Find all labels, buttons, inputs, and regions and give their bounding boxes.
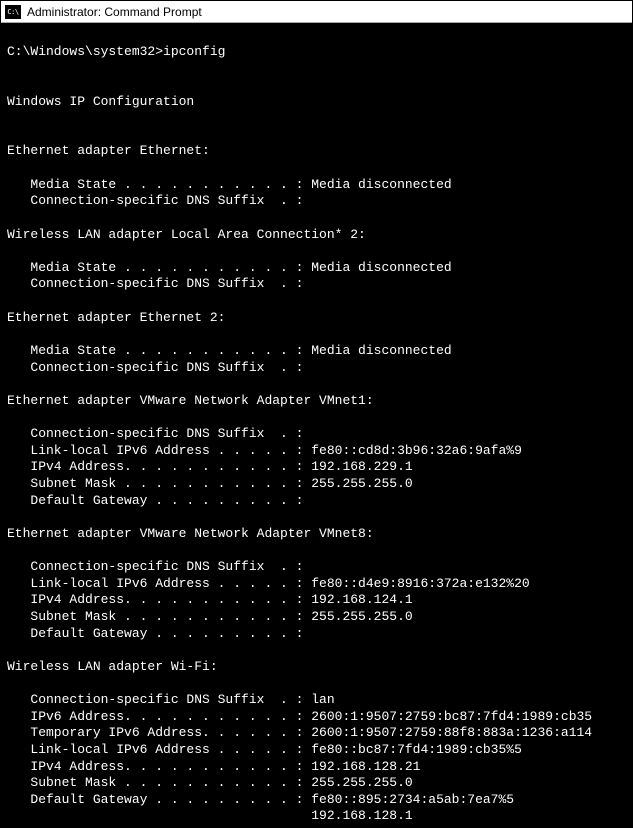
window-title: Administrator: Command Prompt [27, 5, 202, 19]
adapter-line: Connection-specific DNS Suffix . : [7, 360, 303, 375]
adapter-line: Media State . . . . . . . . . . . : Medi… [7, 343, 452, 358]
adapter-line: Connection-specific DNS Suffix . : [7, 193, 303, 208]
adapter-line: Subnet Mask . . . . . . . . . . . : 255.… [7, 476, 413, 491]
adapter-line: Connection-specific DNS Suffix . : [7, 426, 303, 441]
adapter-line: Connection-specific DNS Suffix . : [7, 559, 303, 574]
adapter-name: Ethernet adapter VMware Network Adapter … [7, 393, 374, 408]
prompt-command: ipconfig [163, 44, 225, 59]
adapters-list: Ethernet adapter Ethernet: Media State .… [7, 127, 626, 827]
adapter-line: Subnet Mask . . . . . . . . . . . : 255.… [7, 775, 413, 790]
adapter-name: Ethernet adapter Ethernet 2: [7, 310, 225, 325]
adapter-line: Connection-specific DNS Suffix . : lan [7, 692, 335, 707]
adapter-name: Ethernet adapter Ethernet: [7, 143, 210, 158]
adapter-line: Connection-specific DNS Suffix . : [7, 276, 303, 291]
adapter-line: IPv4 Address. . . . . . . . . . . : 192.… [7, 592, 413, 607]
adapter-line: Default Gateway . . . . . . . . . : [7, 626, 303, 641]
cmd-icon [5, 5, 21, 19]
adapter-name: Wireless LAN adapter Local Area Connecti… [7, 227, 366, 242]
terminal-output[interactable]: C:\Windows\system32>ipconfig Windows IP … [1, 23, 632, 827]
adapter-name: Wireless LAN adapter Wi-Fi: [7, 659, 218, 674]
adapter-line: Media State . . . . . . . . . . . : Medi… [7, 177, 452, 192]
adapter-line: IPv4 Address. . . . . . . . . . . : 192.… [7, 459, 413, 474]
adapter-line: Temporary IPv6 Address. . . . . . : 2600… [7, 725, 592, 740]
adapter-line: Link-local IPv6 Address . . . . . : fe80… [7, 443, 522, 458]
window-titlebar[interactable]: Administrator: Command Prompt [1, 1, 632, 23]
adapter-line: Link-local IPv6 Address . . . . . : fe80… [7, 576, 530, 591]
prompt-line: C:\Windows\system32>ipconfig [7, 44, 626, 61]
adapter-line: Default Gateway . . . . . . . . . : [7, 493, 303, 508]
blank-line [7, 110, 15, 125]
adapter-line: Media State . . . . . . . . . . . : Medi… [7, 260, 452, 275]
config-header: Windows IP Configuration [7, 94, 194, 109]
adapter-line: Subnet Mask . . . . . . . . . . . : 255.… [7, 609, 413, 624]
adapter-line: IPv4 Address. . . . . . . . . . . : 192.… [7, 759, 420, 774]
blank-line [7, 77, 15, 92]
adapter-line: Default Gateway . . . . . . . . . : fe80… [7, 792, 514, 807]
adapter-name: Ethernet adapter VMware Network Adapter … [7, 526, 374, 541]
adapter-line: Link-local IPv6 Address . . . . . : fe80… [7, 742, 522, 757]
adapter-line: 192.168.128.1 [7, 808, 413, 823]
adapter-line: IPv6 Address. . . . . . . . . . . : 2600… [7, 709, 592, 724]
prompt-path: C:\Windows\system32> [7, 44, 163, 59]
